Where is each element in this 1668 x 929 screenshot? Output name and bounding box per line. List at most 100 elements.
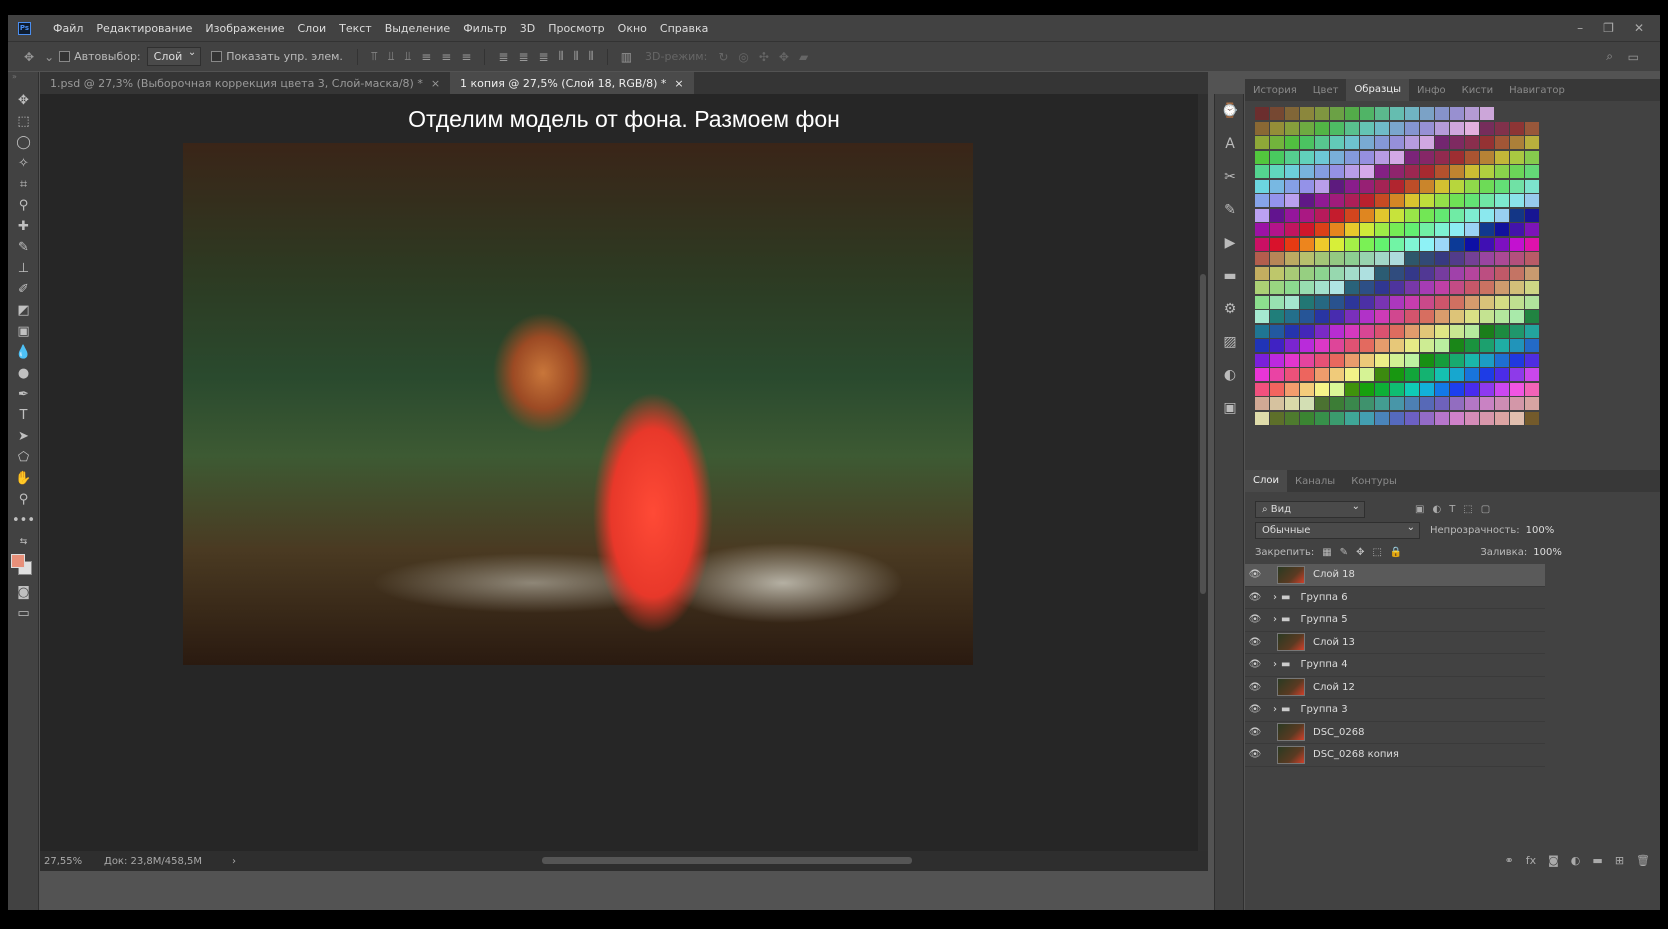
swatch[interactable]	[1420, 353, 1434, 367]
swatch[interactable]	[1525, 121, 1539, 135]
swatch[interactable]	[1330, 252, 1344, 265]
swatch[interactable]	[1405, 339, 1419, 352]
swatch[interactable]	[1315, 179, 1329, 193]
swatch[interactable]	[1510, 121, 1524, 135]
swatch[interactable]	[1525, 266, 1539, 280]
layer-row[interactable]: 👁 Слой 18	[1245, 564, 1545, 587]
new-group-icon[interactable]: ▬	[1592, 854, 1602, 867]
swatch[interactable]	[1405, 136, 1419, 149]
tab-layers[interactable]: Слои	[1245, 470, 1287, 492]
swatch[interactable]	[1420, 194, 1434, 207]
swatch[interactable]	[1480, 295, 1494, 309]
swatch[interactable]	[1510, 179, 1524, 193]
layer-row[interactable]: 👁 Слой 12	[1245, 677, 1545, 699]
swatch[interactable]	[1345, 179, 1359, 193]
swatch[interactable]	[1465, 136, 1479, 149]
swatch[interactable]	[1345, 107, 1359, 120]
swatch[interactable]	[1435, 281, 1449, 294]
swatch[interactable]	[1270, 121, 1284, 135]
swatch[interactable]	[1465, 121, 1479, 135]
swatch[interactable]	[1450, 252, 1464, 265]
swatch[interactable]	[1450, 382, 1464, 396]
swatch[interactable]	[1450, 223, 1464, 236]
quick-mask-icon[interactable]: ◙	[8, 582, 39, 603]
swatch[interactable]	[1525, 353, 1539, 367]
swatch[interactable]	[1345, 136, 1359, 149]
swatch[interactable]	[1465, 281, 1479, 294]
swatch[interactable]	[1300, 411, 1314, 425]
distribute-bottom-icon[interactable]: ≣	[539, 50, 549, 64]
layer-row[interactable]: 👁 › ▬ Группа 3	[1245, 699, 1545, 722]
swatch[interactable]	[1315, 252, 1329, 265]
swatch[interactable]	[1300, 368, 1314, 381]
swatches-grid[interactable]	[1255, 107, 1547, 426]
distribute-vcenter-icon[interactable]: ≣	[518, 50, 528, 64]
auto-align-icon[interactable]: ▥	[621, 50, 632, 64]
swatch[interactable]	[1525, 136, 1539, 149]
swatch[interactable]	[1435, 368, 1449, 381]
history-panel-icon[interactable]: ⌚	[1215, 94, 1245, 127]
swatch[interactable]	[1420, 324, 1434, 338]
swatch[interactable]	[1255, 252, 1269, 265]
menu-view[interactable]: Просмотр	[548, 22, 604, 35]
swatch[interactable]	[1375, 223, 1389, 236]
swatch[interactable]	[1285, 165, 1299, 178]
swatch[interactable]	[1525, 165, 1539, 178]
swatch[interactable]	[1345, 223, 1359, 236]
swatch[interactable]	[1330, 397, 1344, 410]
swatch[interactable]	[1255, 339, 1269, 352]
swatch[interactable]	[1405, 368, 1419, 381]
swatch[interactable]	[1435, 339, 1449, 352]
menu-text[interactable]: Текст	[339, 22, 372, 35]
swatch[interactable]	[1255, 223, 1269, 236]
swatch[interactable]	[1375, 237, 1389, 251]
swatch[interactable]	[1255, 266, 1269, 280]
swatch[interactable]	[1480, 281, 1494, 294]
libraries-icon[interactable]: ▣	[1215, 391, 1245, 424]
swatch[interactable]	[1300, 324, 1314, 338]
swatch[interactable]	[1390, 411, 1404, 425]
swatch[interactable]	[1300, 382, 1314, 396]
swatch[interactable]	[1420, 411, 1434, 425]
swatch[interactable]	[1315, 411, 1329, 425]
swatch[interactable]	[1315, 208, 1329, 222]
swatch[interactable]	[1390, 223, 1404, 236]
swatch[interactable]	[1495, 165, 1509, 178]
swatch[interactable]	[1435, 121, 1449, 135]
swatch[interactable]	[1360, 223, 1374, 236]
swatch[interactable]	[1300, 310, 1314, 323]
visibility-eye-icon[interactable]: 👁	[1245, 637, 1265, 648]
swatch[interactable]	[1255, 179, 1269, 193]
swatch[interactable]	[1255, 150, 1269, 164]
swatch[interactable]	[1405, 150, 1419, 164]
swatch[interactable]	[1285, 397, 1299, 410]
swatch[interactable]	[1450, 295, 1464, 309]
swatch[interactable]	[1405, 121, 1419, 135]
swatch[interactable]	[1435, 310, 1449, 323]
swatch[interactable]	[1375, 136, 1389, 149]
swatch[interactable]	[1480, 165, 1494, 178]
swatch[interactable]	[1330, 165, 1344, 178]
swatch[interactable]	[1465, 295, 1479, 309]
swatch[interactable]	[1345, 208, 1359, 222]
swatch[interactable]	[1435, 150, 1449, 164]
swatch[interactable]	[1390, 310, 1404, 323]
swatch[interactable]	[1525, 223, 1539, 236]
swatch[interactable]	[1285, 237, 1299, 251]
swatch[interactable]	[1525, 411, 1539, 425]
swatch[interactable]	[1300, 397, 1314, 410]
link-layers-icon[interactable]: ⚭	[1505, 854, 1514, 867]
swatch[interactable]	[1465, 150, 1479, 164]
swatch[interactable]	[1300, 208, 1314, 222]
swatch[interactable]	[1315, 223, 1329, 236]
text-tool-icon[interactable]: T	[8, 405, 39, 426]
swatch[interactable]	[1375, 324, 1389, 338]
swatch[interactable]	[1435, 353, 1449, 367]
swatch[interactable]	[1390, 165, 1404, 178]
swatch[interactable]	[1345, 310, 1359, 323]
swatch[interactable]	[1480, 252, 1494, 265]
swatch[interactable]	[1435, 237, 1449, 251]
3d-rotate-icon[interactable]: ↻	[718, 50, 728, 64]
swatch[interactable]	[1450, 237, 1464, 251]
swatch[interactable]	[1285, 324, 1299, 338]
